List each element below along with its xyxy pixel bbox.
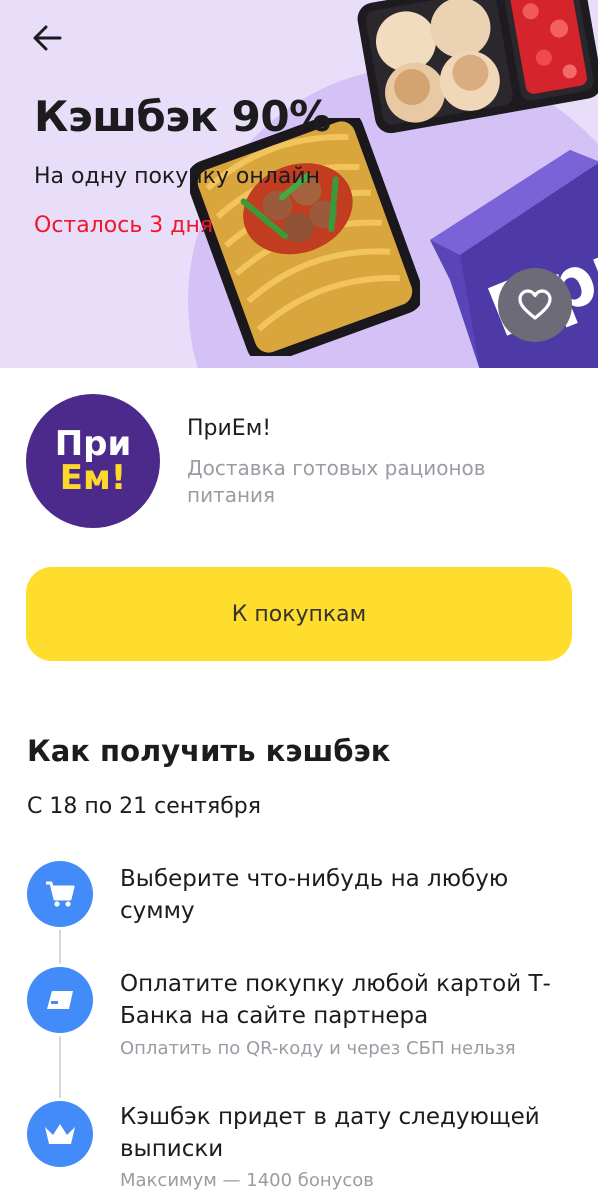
step-1-text: Выберите что-нибудь на любую сумму	[120, 866, 509, 924]
days-left-label: Осталось 3 дня	[34, 213, 214, 238]
crown-icon	[45, 1124, 75, 1144]
step-3-text: Кэшбэк придет в дату следующей выписки	[120, 1104, 540, 1162]
promo-dates: С 18 по 21 сентября	[27, 794, 261, 819]
product-box-illustration: При	[430, 150, 598, 368]
how-to-get-cashback-title: Как получить кэшбэк	[27, 734, 391, 768]
cashback-subtitle: На одну покупку онлайн	[34, 164, 320, 189]
logo-text-line1: При	[54, 424, 132, 464]
step-connector	[59, 930, 61, 964]
partner-logo: При Ем!	[26, 394, 160, 528]
step-2-icon-circle	[27, 967, 93, 1033]
step-1-icon-circle	[27, 861, 93, 927]
step-3-icon-circle	[27, 1101, 93, 1167]
cart-icon	[46, 881, 75, 907]
tray-spaghetti-illustration	[190, 118, 420, 356]
favorite-button[interactable]	[498, 268, 572, 342]
logo-text-line2: Ем!	[59, 458, 127, 498]
partner-name: ПриЕм!	[187, 416, 272, 441]
step-2-text: Оплатите покупку любой картой Т-Банка на…	[120, 971, 551, 1029]
arrow-left-icon	[33, 25, 62, 51]
back-button[interactable]	[30, 20, 66, 56]
cashback-title: Кэшбэк 90%	[34, 92, 331, 141]
go-shopping-button[interactable]: К покупкам	[26, 567, 572, 661]
step-3-note: Максимум — 1400 бонусов	[120, 1170, 374, 1191]
heart-icon	[518, 289, 552, 320]
step-2-note: Оплатить по QR-коду и через СБП нельзя	[120, 1038, 516, 1059]
card-icon	[47, 991, 73, 1009]
hero-banner: При	[0, 0, 598, 368]
partner-description: Доставка готовых рационов питания	[187, 456, 486, 507]
step-connector	[59, 1036, 61, 1098]
